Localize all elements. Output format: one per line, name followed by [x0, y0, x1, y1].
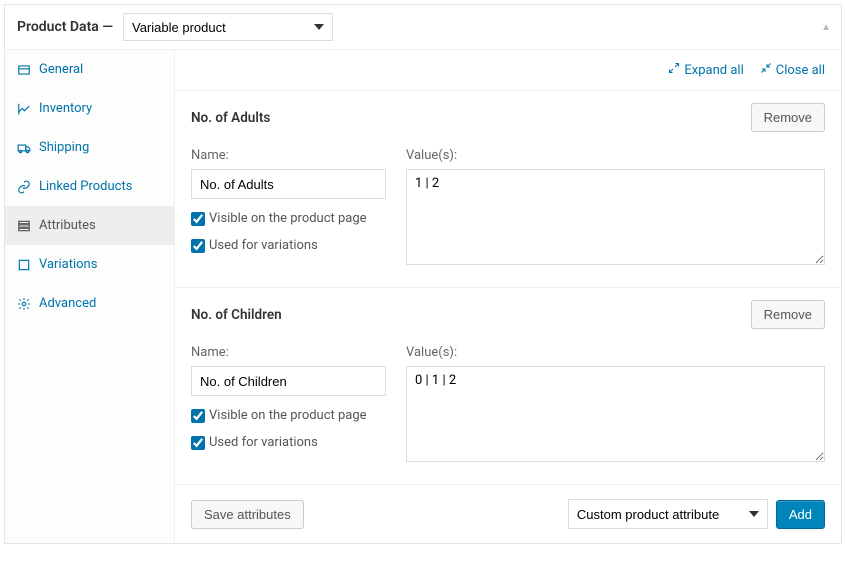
attribute-header[interactable]: No. of Children Remove	[191, 300, 825, 329]
attribute-title: No. of Adults	[191, 110, 270, 126]
product-data-panel: Product Data — Variable product ▲ Genera…	[4, 4, 842, 544]
attribute-values-col: Value(s):	[406, 345, 825, 466]
attribute-values-col: Value(s):	[406, 148, 825, 269]
toolbar: Expand all Close all	[175, 50, 841, 91]
chart-icon	[17, 102, 31, 116]
panel-body: General Inventory Shipping Linked Produc…	[5, 50, 841, 543]
sidebar-item-variations[interactable]: Variations	[5, 245, 174, 284]
visible-checkbox-row[interactable]: Visible on the product page	[191, 408, 386, 423]
attribute-name-input[interactable]	[191, 169, 386, 199]
close-all-label: Close all	[776, 63, 825, 78]
sidebar-item-label: Linked Products	[39, 179, 132, 194]
visible-label: Visible on the product page	[209, 408, 367, 423]
product-type-select[interactable]: Variable product	[123, 13, 333, 41]
values-label: Value(s):	[406, 148, 825, 163]
variations-checkbox[interactable]	[191, 436, 205, 450]
sidebar-item-attributes[interactable]: Attributes	[5, 206, 174, 245]
link-icon	[17, 180, 31, 194]
attribute-row: Name: Visible on the product page Used f…	[191, 148, 825, 269]
sidebar-item-label: Inventory	[39, 101, 92, 116]
attribute-header[interactable]: No. of Adults Remove	[191, 103, 825, 132]
panel-title: Product Data —	[17, 19, 113, 35]
sidebar-item-label: Shipping	[39, 140, 89, 155]
collapse-all-icon	[760, 62, 772, 78]
attribute-name-input[interactable]	[191, 366, 386, 396]
square-icon	[17, 258, 31, 272]
save-attributes-button[interactable]: Save attributes	[191, 500, 304, 529]
variations-checkbox-row[interactable]: Used for variations	[191, 238, 386, 253]
remove-button[interactable]: Remove	[751, 103, 825, 132]
sidebar-item-advanced[interactable]: Advanced	[5, 284, 174, 323]
collapse-icon[interactable]: ▲	[821, 22, 831, 33]
sidebar-item-inventory[interactable]: Inventory	[5, 89, 174, 128]
sidebar: General Inventory Shipping Linked Produc…	[5, 50, 175, 543]
attribute-values-input[interactable]	[406, 366, 825, 462]
attribute-name-col: Name: Visible on the product page Used f…	[191, 148, 386, 269]
sidebar-item-label: Variations	[39, 257, 97, 272]
footer-right: Custom product attribute Add	[568, 499, 825, 529]
variations-label: Used for variations	[209, 238, 318, 253]
remove-button[interactable]: Remove	[751, 300, 825, 329]
variations-checkbox[interactable]	[191, 239, 205, 253]
gear-icon	[17, 297, 31, 311]
sidebar-item-label: Attributes	[39, 218, 96, 233]
list-icon	[17, 219, 31, 233]
attribute-block: No. of Adults Remove Name: Visible on th…	[175, 91, 841, 288]
gauge-icon	[17, 63, 31, 77]
close-all-link[interactable]: Close all	[760, 62, 825, 78]
footer: Save attributes Custom product attribute…	[175, 485, 841, 543]
visible-label: Visible on the product page	[209, 211, 367, 226]
visible-checkbox-row[interactable]: Visible on the product page	[191, 211, 386, 226]
expand-all-label: Expand all	[684, 63, 743, 78]
add-button[interactable]: Add	[776, 500, 825, 529]
attribute-values-input[interactable]	[406, 169, 825, 265]
attribute-name-col: Name: Visible on the product page Used f…	[191, 345, 386, 466]
attribute-type-select[interactable]: Custom product attribute	[568, 499, 768, 529]
values-label: Value(s):	[406, 345, 825, 360]
sidebar-item-label: Advanced	[39, 296, 96, 311]
variations-checkbox-row[interactable]: Used for variations	[191, 435, 386, 450]
variations-label: Used for variations	[209, 435, 318, 450]
sidebar-item-general[interactable]: General	[5, 50, 174, 89]
expand-all-link[interactable]: Expand all	[668, 62, 743, 78]
attribute-block: No. of Children Remove Name: Visible on …	[175, 288, 841, 485]
truck-icon	[17, 141, 31, 155]
sidebar-item-shipping[interactable]: Shipping	[5, 128, 174, 167]
content-area: Expand all Close all No. of Adults Remov…	[175, 50, 841, 543]
attribute-row: Name: Visible on the product page Used f…	[191, 345, 825, 466]
visible-checkbox[interactable]	[191, 212, 205, 226]
attribute-title: No. of Children	[191, 307, 282, 323]
expand-icon	[668, 62, 680, 78]
name-label: Name:	[191, 148, 386, 163]
panel-header: Product Data — Variable product ▲	[5, 5, 841, 50]
visible-checkbox[interactable]	[191, 409, 205, 423]
sidebar-item-label: General	[39, 62, 83, 77]
name-label: Name:	[191, 345, 386, 360]
sidebar-item-linked[interactable]: Linked Products	[5, 167, 174, 206]
